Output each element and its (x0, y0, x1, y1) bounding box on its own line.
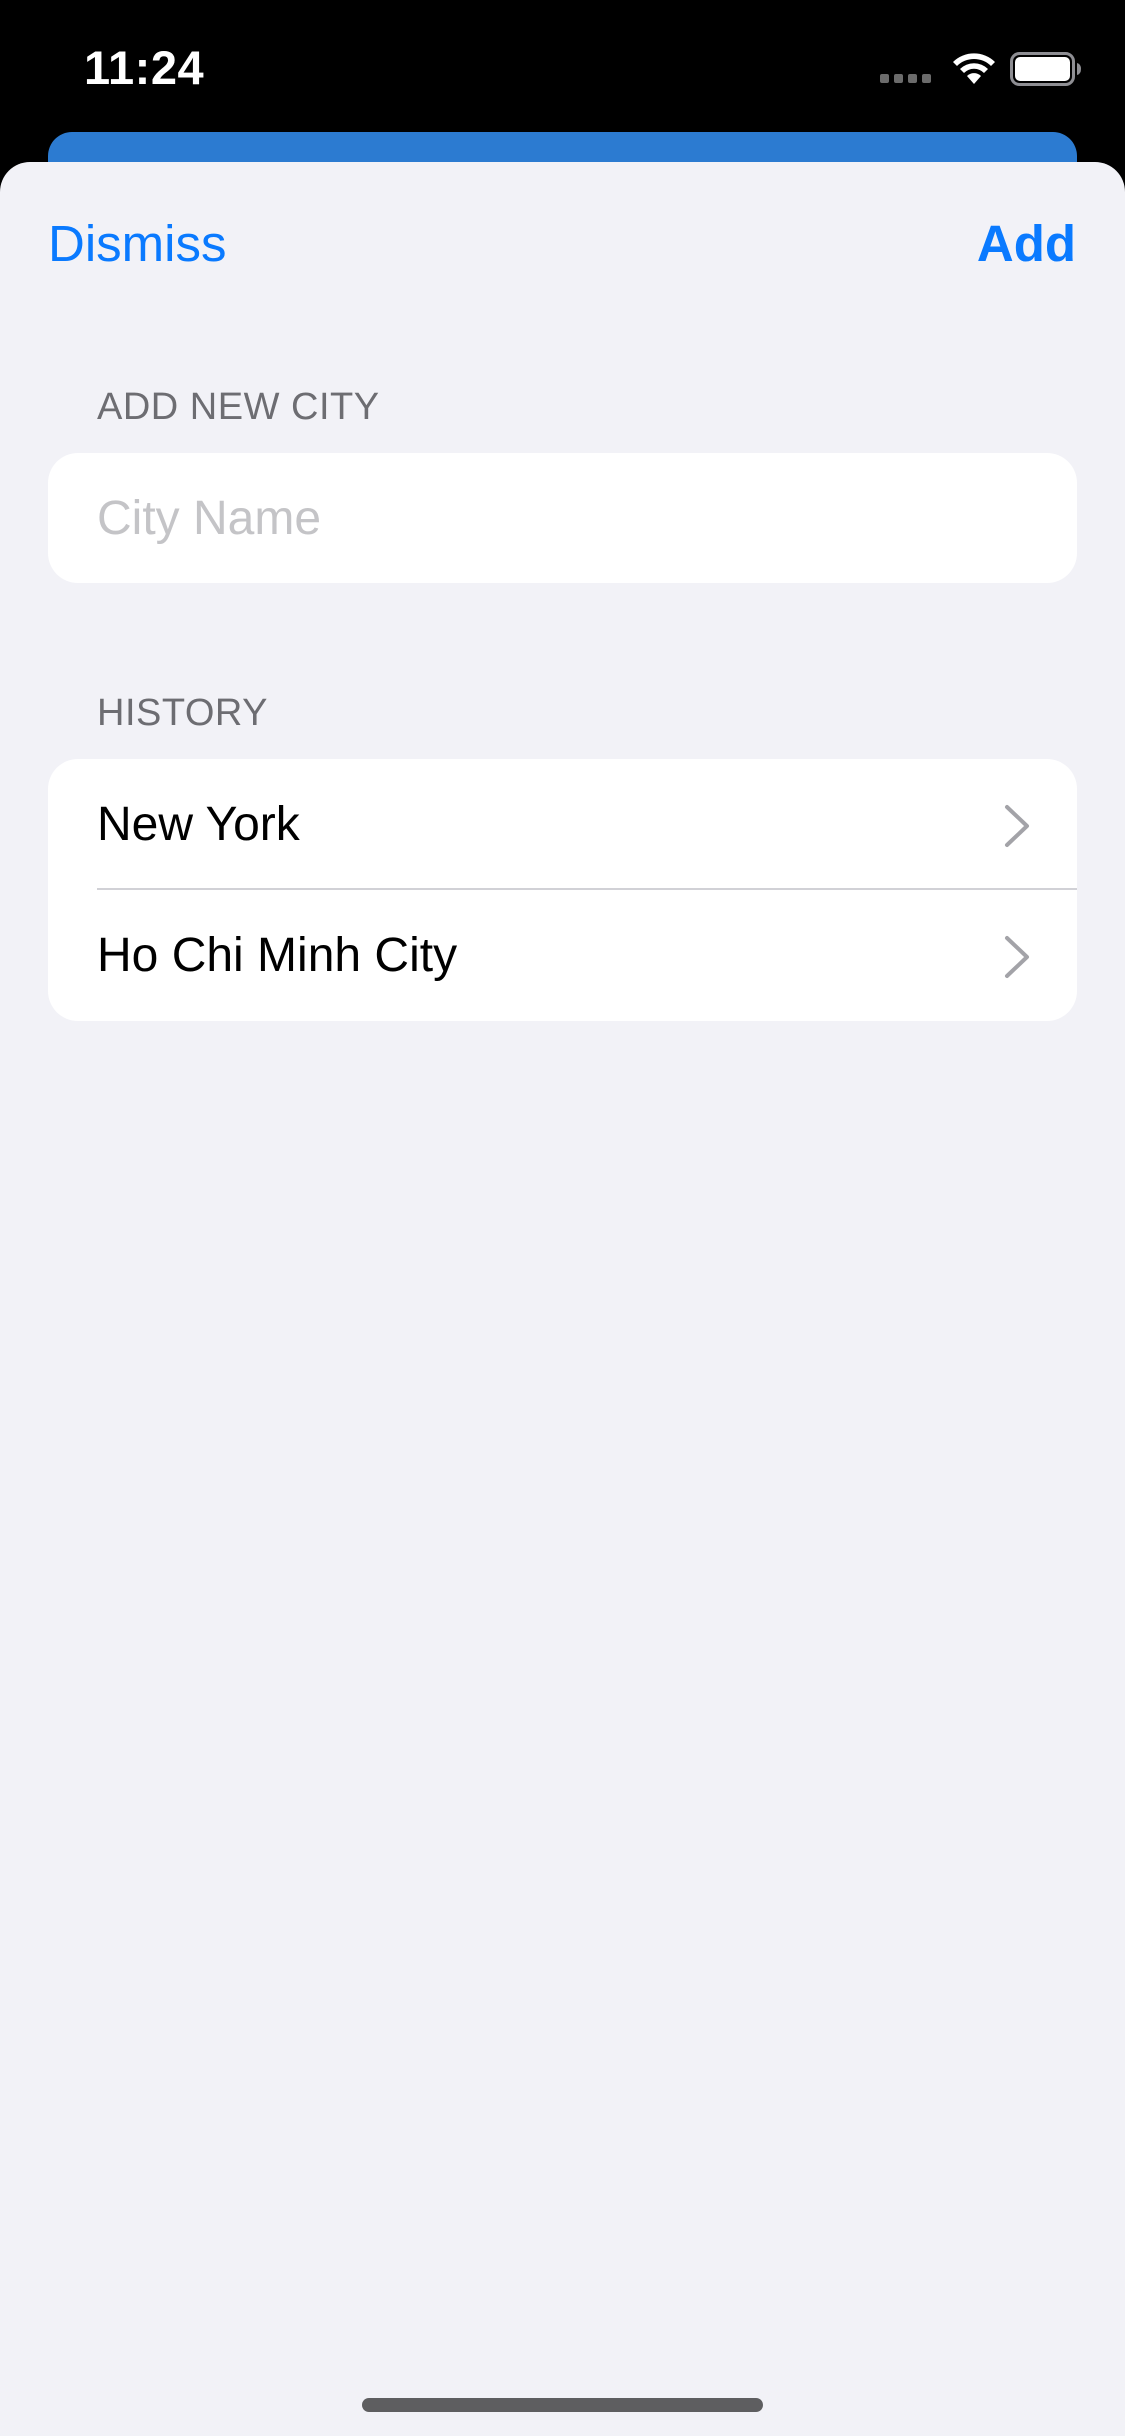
history-header: HISTORY (97, 692, 269, 734)
chevron-right-icon (1005, 936, 1029, 978)
history-item-label: Ho Chi Minh City (97, 929, 458, 982)
history-item-new-york[interactable]: New York (48, 759, 1077, 890)
status-time: 11:24 (84, 41, 205, 94)
history-item-label: New York (97, 798, 300, 851)
wifi-icon (953, 53, 995, 84)
navigation-bar: Dismiss Add (0, 162, 1125, 322)
add-button[interactable]: Add (977, 214, 1076, 273)
add-city-sheet: Dismiss Add ADD NEW CITY HISTORY New Yor… (0, 162, 1125, 2436)
screen: 11:24 Dismiss Add ADD NEW CITY HISTORY (0, 0, 1125, 2436)
battery-icon (1010, 52, 1081, 86)
add-city-group (48, 453, 1077, 583)
home-indicator[interactable] (362, 2398, 763, 2412)
city-name-input[interactable] (48, 453, 1077, 583)
history-item-ho-chi-minh-city[interactable]: Ho Chi Minh City (48, 890, 1077, 1021)
add-new-city-header: ADD NEW CITY (97, 386, 380, 428)
status-bar: 11:24 (0, 0, 1125, 132)
chevron-right-icon (1005, 805, 1029, 847)
history-list: New York Ho Chi Minh City (48, 759, 1077, 1021)
cellular-signal-icon (880, 74, 934, 84)
dismiss-button[interactable]: Dismiss (48, 214, 226, 273)
